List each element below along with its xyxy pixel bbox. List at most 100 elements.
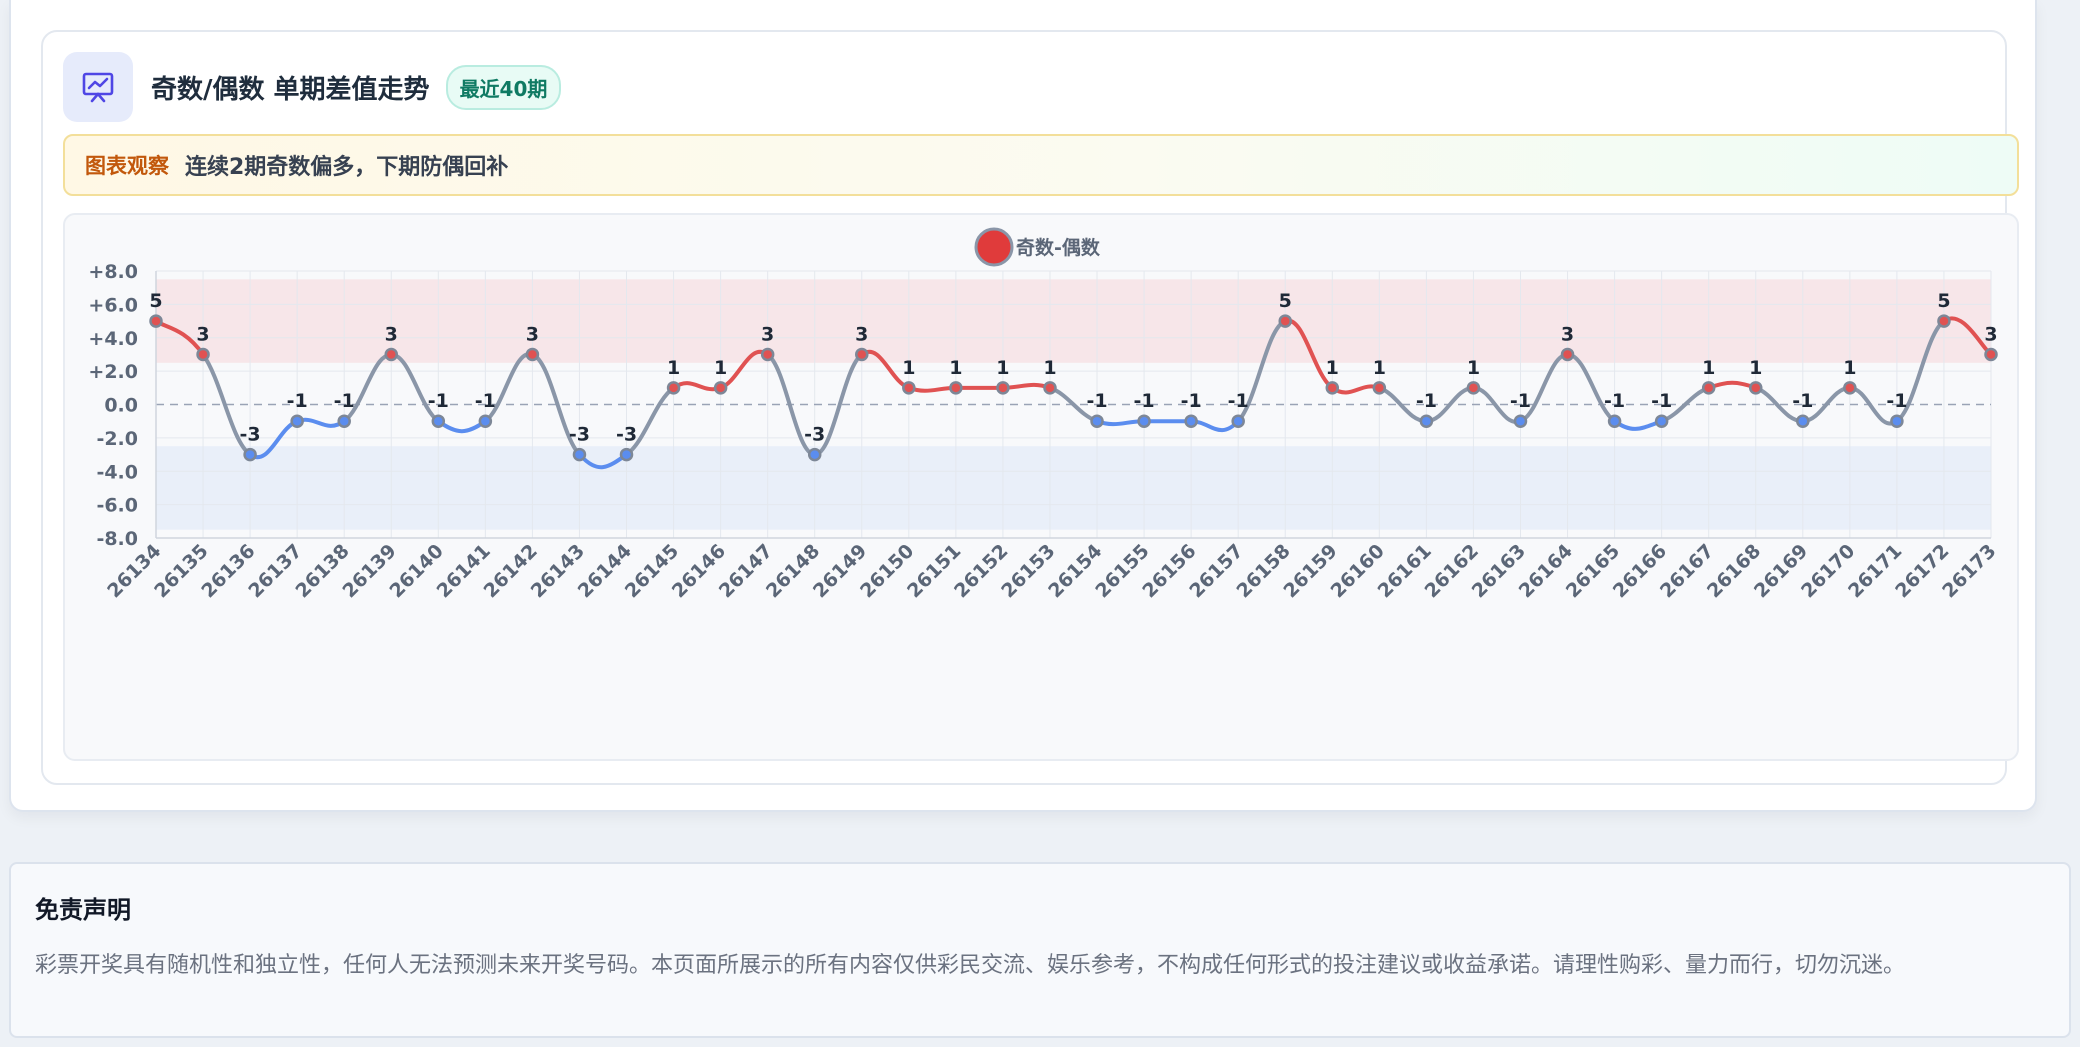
series-line-segment bbox=[1189, 419, 1241, 433]
y-tick-label: -6.0 bbox=[96, 495, 138, 517]
data-point bbox=[1748, 381, 1763, 395]
data-label: 1 bbox=[1843, 357, 1856, 379]
legend-marker bbox=[974, 227, 1014, 267]
data-point bbox=[1184, 414, 1198, 428]
data-point bbox=[1701, 381, 1716, 395]
data-point bbox=[1043, 381, 1057, 395]
data-label: -1 bbox=[1228, 390, 1249, 412]
data-label: -3 bbox=[616, 424, 637, 446]
data-point bbox=[1513, 414, 1528, 428]
data-point bbox=[384, 347, 399, 362]
data-point bbox=[1796, 414, 1810, 428]
data-point bbox=[619, 447, 634, 462]
data-point bbox=[996, 381, 1010, 395]
data-label: 3 bbox=[1984, 323, 1997, 345]
data-label: 1 bbox=[1373, 357, 1386, 379]
observation-text: 连续2期奇数偏多，下期防偶回补 bbox=[185, 155, 509, 180]
data-point bbox=[1231, 414, 1245, 428]
chart-area: +8.0 +6.0 +4.0 +2.0 0.0 -2.0 -4.0 -6.0 -8.0 5 3 -3 -… bbox=[63, 213, 2019, 761]
data-point bbox=[1607, 414, 1622, 428]
data-point bbox=[149, 314, 163, 328]
data-point bbox=[1419, 414, 1434, 428]
chart-card: 奇数/偶数 单期差值走势 最近40期 图表观察 连续2期奇数偏多，下期防偶回补 … bbox=[41, 30, 2019, 785]
y-tick-label: 0.0 bbox=[104, 395, 138, 417]
data-point bbox=[1278, 314, 1292, 328]
data-point bbox=[1325, 381, 1340, 395]
disclaimer-text: 彩票开奖具有随机性和独立性，任何人无法预测未来开奖号码。本页面所展示的所有内容仅… bbox=[35, 953, 1906, 978]
disclaimer-panel: 免责声明 彩票开奖具有随机性和独立性，任何人无法预测未来开奖号码。本页面所展示的… bbox=[9, 862, 2071, 1038]
data-point bbox=[902, 381, 916, 395]
data-label: 3 bbox=[196, 323, 209, 345]
series-line-segment bbox=[436, 419, 488, 434]
data-point bbox=[1654, 414, 1669, 428]
series-line-segment bbox=[1330, 384, 1382, 395]
observation-label: 图表观察 bbox=[85, 154, 169, 178]
data-point bbox=[949, 381, 963, 395]
series-line-segment bbox=[906, 385, 958, 393]
data-label: 1 bbox=[1467, 357, 1480, 379]
period-badge: 最近40期 bbox=[445, 64, 562, 110]
data-point bbox=[1466, 381, 1481, 395]
data-label: 1 bbox=[667, 357, 680, 379]
data-point bbox=[713, 381, 728, 395]
series-line-segment bbox=[295, 417, 347, 428]
data-point bbox=[1137, 414, 1151, 428]
data-point bbox=[290, 414, 304, 428]
data-point bbox=[760, 347, 775, 362]
data-label: -1 bbox=[1416, 390, 1437, 412]
series-line-segment bbox=[671, 381, 723, 392]
data-label: 1 bbox=[902, 357, 915, 379]
series-line-segment bbox=[1095, 419, 1147, 427]
series-line-segment bbox=[1706, 380, 1758, 390]
data-label: -1 bbox=[475, 390, 496, 412]
observation-banner: 图表观察 连续2期奇数偏多，下期防偶回补 bbox=[63, 134, 2019, 196]
disclaimer-title: 免责声明 bbox=[35, 896, 131, 924]
data-label: -1 bbox=[1086, 390, 1107, 412]
data-label: 3 bbox=[855, 323, 868, 345]
positive-band bbox=[156, 279, 1991, 363]
series-line-segment bbox=[1612, 419, 1664, 431]
data-label: -1 bbox=[1181, 390, 1202, 412]
data-point bbox=[1890, 414, 1904, 428]
data-label: -1 bbox=[1651, 390, 1672, 412]
data-point bbox=[1372, 381, 1387, 395]
y-tick-label: +8.0 bbox=[88, 261, 138, 283]
data-point bbox=[243, 447, 257, 462]
data-point bbox=[1984, 347, 1998, 362]
x-tick-label: 26173 bbox=[1938, 540, 2000, 602]
data-label: -1 bbox=[1886, 390, 1907, 412]
data-label: 3 bbox=[385, 323, 398, 345]
data-point bbox=[1090, 414, 1104, 428]
data-label: -3 bbox=[569, 424, 590, 446]
presentation-chart-icon bbox=[63, 52, 133, 122]
negative-band bbox=[156, 446, 1991, 530]
data-label: 1 bbox=[1749, 357, 1762, 379]
data-label: -1 bbox=[1134, 390, 1155, 412]
y-tick-label: +2.0 bbox=[88, 361, 138, 383]
data-label: 1 bbox=[996, 357, 1009, 379]
data-label: 1 bbox=[714, 357, 727, 379]
data-point bbox=[478, 414, 493, 428]
data-label: 1 bbox=[949, 357, 962, 379]
data-point bbox=[572, 447, 587, 462]
series-line-segment bbox=[1000, 382, 1052, 390]
data-label: 1 bbox=[1702, 357, 1715, 379]
data-label: -1 bbox=[334, 390, 355, 412]
y-tick-label: +6.0 bbox=[88, 294, 138, 316]
trend-panel: 奇数/偶数 单期差值走势 最近40期 图表观察 连续2期奇数偏多，下期防偶回补 … bbox=[9, 0, 2037, 812]
data-label: 3 bbox=[761, 323, 774, 345]
y-tick-label: -4.0 bbox=[96, 461, 138, 483]
data-label: 3 bbox=[526, 323, 539, 345]
data-point bbox=[431, 414, 446, 428]
y-tick-label: -2.0 bbox=[96, 428, 138, 450]
data-label: 5 bbox=[1937, 290, 1950, 312]
data-label: 1 bbox=[1043, 357, 1056, 379]
data-label: -3 bbox=[804, 424, 825, 446]
data-label: 5 bbox=[149, 290, 162, 312]
chart-header: 奇数/偶数 单期差值走势 最近40期 bbox=[63, 52, 562, 122]
data-point bbox=[666, 381, 681, 395]
data-point bbox=[855, 347, 869, 362]
data-point bbox=[196, 347, 210, 362]
data-point bbox=[1843, 381, 1857, 395]
data-label: 1 bbox=[1326, 357, 1339, 379]
